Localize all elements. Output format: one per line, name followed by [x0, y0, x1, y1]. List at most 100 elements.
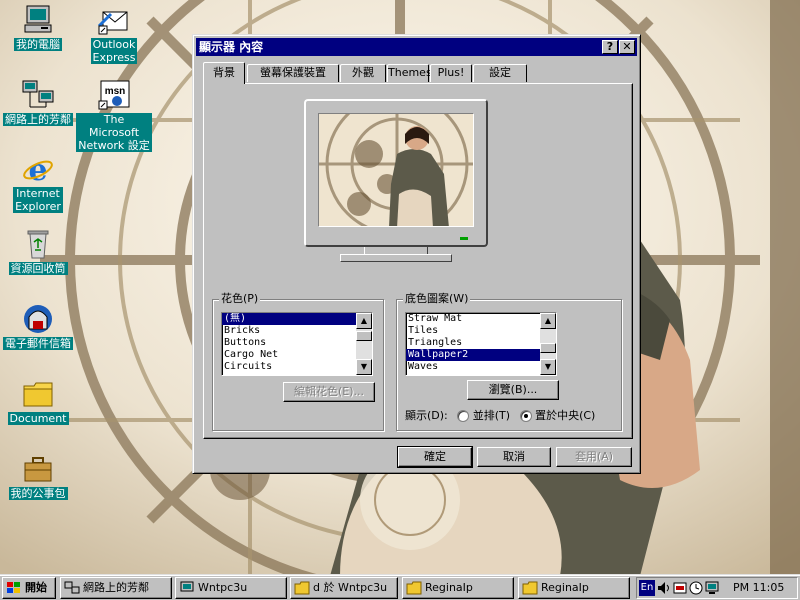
display-settings-icon[interactable] [705, 581, 719, 598]
windows-logo-icon [6, 581, 22, 595]
network-neighborhood-icon [64, 581, 80, 595]
apply-button[interactable]: 套用(A) [556, 447, 632, 467]
tab-settings[interactable]: 設定 [473, 64, 527, 82]
center-option-label[interactable]: 置於中央(C) [535, 409, 595, 422]
edit-pattern-button[interactable]: 編輯花色(E)... [283, 382, 375, 402]
scheduler-icon[interactable] [689, 581, 703, 598]
task-button-wntpc3u[interactable]: Wntpc3u [175, 577, 287, 599]
desktop-icon-my-computer[interactable]: 我的電腦 [0, 4, 76, 51]
scroll-thumb[interactable] [356, 331, 372, 341]
label-line-2: Express [92, 51, 136, 64]
task-button-reginaip-1[interactable]: ReginaIp [402, 577, 514, 599]
label-line-2: Network 設定 [78, 139, 150, 152]
pattern-listbox[interactable]: (無) Bricks Buttons Cargo Net Circuits ▲ … [221, 312, 373, 376]
desktop-icon-inbox[interactable]: 電子郵件信箱 [0, 303, 76, 350]
desktop-icon-network-neighborhood[interactable]: 網路上的芳鄰 [0, 79, 76, 126]
msn-icon: msn [97, 79, 131, 111]
start-button[interactable]: 開始 [2, 577, 56, 599]
desktop-icon-label: 我的公事包 [8, 487, 68, 500]
taskbar: 開始 網路上的芳鄰 Wntpc3u d 於 Wntpc3u ReginaIp R… [0, 574, 800, 600]
pattern-label: 花色(P) [219, 292, 261, 305]
tab-themes[interactable]: Themes [387, 64, 432, 82]
label-line-2: Explorer [15, 200, 61, 213]
briefcase-icon [21, 453, 55, 485]
label-line-1: The Microsoft [88, 113, 140, 139]
desktop-icon-label: Outlook Express [90, 38, 138, 64]
center-radio[interactable] [519, 410, 532, 422]
desktop-icon-briefcase[interactable]: 我的公事包 [0, 453, 76, 500]
network-neighborhood-icon [21, 79, 55, 111]
desktop-icon-label: 電子郵件信箱 [3, 337, 73, 350]
tab-plus[interactable]: Plus! [430, 64, 472, 82]
scroll-down-icon[interactable]: ▼ [356, 359, 372, 375]
list-item[interactable]: (無) [222, 313, 372, 325]
folder-icon [294, 581, 310, 595]
list-item[interactable]: Buttons [222, 337, 372, 349]
monitor-base [340, 254, 452, 262]
tile-option-label[interactable]: 並排(T) [473, 409, 510, 422]
ok-button[interactable]: 確定 [397, 446, 473, 468]
clock[interactable]: PM 11:05 [733, 578, 784, 598]
help-button[interactable]: ? [602, 40, 618, 54]
desktop-icon-label: 我的電腦 [14, 38, 62, 51]
close-button[interactable]: ✕ [619, 40, 635, 54]
folder-icon [406, 581, 422, 595]
list-item[interactable]: Bricks [222, 325, 372, 337]
tab-background[interactable]: 背景 [203, 62, 245, 84]
desktop-icon-msn[interactable]: msn The Microsoft Network 設定 [76, 79, 152, 152]
wallpaper-label: 底色圖案(W) [403, 292, 471, 305]
pattern-group: 花色(P) (無) Bricks Buttons Cargo Net Circu… [212, 293, 384, 431]
svg-text:e: e [28, 153, 47, 185]
language-indicator[interactable]: En [639, 580, 655, 596]
display-label: 顯示(D): [405, 409, 448, 422]
scroll-thumb[interactable] [540, 343, 556, 353]
list-item[interactable]: Triangles [406, 337, 556, 349]
list-item[interactable]: Waves [406, 361, 556, 373]
list-item[interactable]: Cargo Net [222, 349, 372, 361]
task-button-reginaip-2[interactable]: ReginaIp [518, 577, 630, 599]
task-button-network[interactable]: 網路上的芳鄰 [60, 577, 172, 599]
internet-explorer-icon: e [21, 153, 55, 188]
scroll-up-icon[interactable]: ▲ [356, 313, 372, 329]
recycle-bin-icon [21, 228, 55, 260]
desktop-icon-label: 資源回收筒 [8, 262, 68, 275]
wallpaper-listbox[interactable]: Straw Mat Tiles Triangles Wallpaper2 Wav… [405, 312, 557, 376]
inbox-icon [21, 303, 55, 335]
desktop-icon-recycle-bin[interactable]: 資源回收筒 [0, 228, 76, 275]
scroll-down-icon[interactable]: ▼ [540, 359, 556, 375]
volume-icon[interactable] [657, 581, 671, 598]
system-tray: En PM 11:05 [636, 577, 798, 599]
task-label: ReginaIp [541, 581, 589, 594]
start-label: 開始 [25, 581, 47, 594]
monitor-preview [304, 99, 488, 247]
tab-appearance[interactable]: 外觀 [340, 64, 386, 82]
task-label: d 於 Wntpc3u [313, 581, 388, 594]
task-button-d-wntpc3u[interactable]: d 於 Wntpc3u [290, 577, 398, 599]
pattern-scrollbar[interactable]: ▲ ▼ [356, 313, 372, 375]
list-item[interactable]: Wallpaper2 [406, 349, 556, 361]
desktop-icon-label: The Microsoft Network 設定 [76, 113, 152, 152]
desktop-icon-internet-explorer[interactable]: e Internet Explorer [0, 153, 76, 213]
wallpaper-group: 底色圖案(W) Straw Mat Tiles Triangles Wallpa… [396, 293, 622, 431]
desktop-icon-outlook-express[interactable]: Outlook Express [76, 4, 152, 64]
list-item[interactable]: Straw Mat [406, 313, 556, 325]
tab-screensaver[interactable]: 螢幕保護裝置 [247, 64, 339, 82]
tray-app-icon[interactable] [673, 581, 687, 598]
dialog-title: 顯示器 內容 [199, 40, 264, 54]
wallpaper-scrollbar[interactable]: ▲ ▼ [540, 313, 556, 375]
list-item[interactable]: Circuits [222, 361, 372, 373]
tile-radio[interactable] [457, 410, 470, 422]
cancel-button[interactable]: 取消 [477, 447, 551, 467]
scroll-up-icon[interactable]: ▲ [540, 313, 556, 329]
title-bar[interactable]: 顯示器 內容 ? ✕ [196, 38, 637, 56]
list-item[interactable]: Tiles [406, 325, 556, 337]
browse-button[interactable]: 瀏覽(B)... [467, 380, 559, 400]
task-label: 網路上的芳鄰 [83, 581, 149, 594]
desktop-icon-document[interactable]: Document [0, 378, 76, 425]
power-led [460, 237, 468, 240]
label-line-1: Outlook [92, 38, 136, 51]
folder-icon [21, 378, 55, 410]
folder-icon [522, 581, 538, 595]
desktop-icon-label: Document [7, 412, 69, 425]
task-label: ReginaIp [425, 581, 473, 594]
